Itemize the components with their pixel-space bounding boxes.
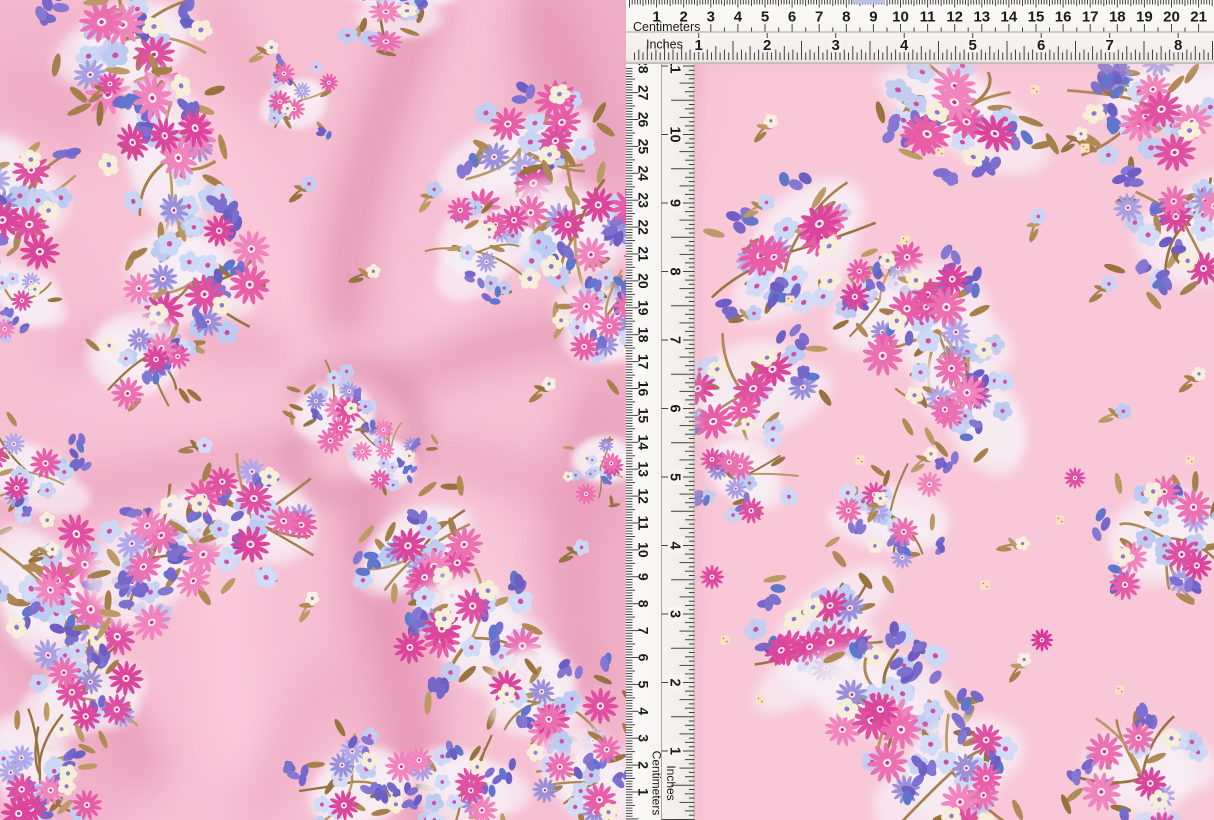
svg-text:19: 19 bbox=[636, 300, 652, 316]
svg-text:2: 2 bbox=[763, 37, 771, 54]
svg-text:Centimeters: Centimeters bbox=[649, 751, 663, 816]
svg-text:12: 12 bbox=[946, 9, 963, 26]
svg-text:26: 26 bbox=[636, 112, 652, 128]
svg-text:Inches: Inches bbox=[664, 765, 678, 800]
svg-text:2: 2 bbox=[636, 761, 652, 769]
svg-text:6: 6 bbox=[636, 654, 652, 662]
svg-text:4: 4 bbox=[900, 37, 909, 54]
svg-text:9: 9 bbox=[636, 573, 652, 581]
svg-text:3: 3 bbox=[636, 734, 652, 742]
svg-text:6: 6 bbox=[1037, 37, 1045, 54]
svg-text:23: 23 bbox=[636, 192, 652, 208]
svg-text:20: 20 bbox=[1163, 9, 1180, 26]
svg-text:14: 14 bbox=[1001, 9, 1018, 26]
svg-text:3: 3 bbox=[832, 37, 840, 54]
svg-text:15: 15 bbox=[636, 408, 652, 424]
svg-text:14: 14 bbox=[636, 435, 652, 451]
svg-text:15: 15 bbox=[1028, 9, 1045, 26]
svg-text:8: 8 bbox=[842, 9, 850, 26]
svg-text:3: 3 bbox=[666, 610, 682, 618]
svg-text:8: 8 bbox=[1174, 37, 1182, 54]
svg-text:1: 1 bbox=[666, 747, 682, 755]
svg-text:27: 27 bbox=[636, 85, 652, 101]
svg-text:13: 13 bbox=[973, 9, 990, 26]
svg-text:6: 6 bbox=[788, 9, 796, 26]
svg-text:7: 7 bbox=[815, 9, 823, 26]
svg-text:19: 19 bbox=[1136, 9, 1153, 26]
svg-text:21: 21 bbox=[1190, 9, 1207, 26]
svg-text:25: 25 bbox=[636, 139, 652, 155]
svg-text:5: 5 bbox=[761, 9, 769, 26]
svg-text:2: 2 bbox=[666, 678, 682, 686]
svg-text:5: 5 bbox=[636, 681, 652, 689]
svg-text:5: 5 bbox=[969, 37, 977, 54]
svg-text:1: 1 bbox=[636, 788, 652, 796]
svg-text:17: 17 bbox=[1082, 9, 1099, 26]
svg-text:16: 16 bbox=[636, 381, 652, 397]
svg-text:18: 18 bbox=[636, 327, 652, 343]
svg-text:7: 7 bbox=[1106, 37, 1114, 54]
svg-text:1: 1 bbox=[695, 37, 703, 54]
svg-text:13: 13 bbox=[636, 461, 652, 477]
svg-text:5: 5 bbox=[666, 473, 682, 481]
svg-text:4: 4 bbox=[636, 707, 652, 715]
svg-text:7: 7 bbox=[666, 336, 682, 344]
svg-text:12: 12 bbox=[636, 488, 652, 504]
svg-text:11: 11 bbox=[636, 516, 652, 531]
svg-text:9: 9 bbox=[666, 199, 682, 207]
svg-text:3: 3 bbox=[707, 9, 715, 26]
svg-text:10: 10 bbox=[636, 542, 652, 558]
svg-text:7: 7 bbox=[636, 627, 652, 635]
svg-text:Centimeters: Centimeters bbox=[633, 20, 700, 34]
svg-text:9: 9 bbox=[869, 9, 877, 26]
svg-text:21: 21 bbox=[636, 246, 652, 262]
svg-text:11: 11 bbox=[920, 9, 936, 26]
svg-text:17: 17 bbox=[636, 354, 652, 370]
svg-text:22: 22 bbox=[636, 219, 652, 235]
svg-text:16: 16 bbox=[1055, 9, 1072, 26]
svg-text:8: 8 bbox=[666, 267, 682, 275]
svg-text:20: 20 bbox=[636, 273, 652, 289]
svg-text:10: 10 bbox=[892, 9, 909, 26]
svg-text:6: 6 bbox=[666, 404, 682, 412]
svg-text:8: 8 bbox=[636, 600, 652, 608]
svg-text:18: 18 bbox=[1109, 9, 1126, 26]
svg-text:4: 4 bbox=[666, 541, 682, 549]
svg-text:4: 4 bbox=[734, 9, 743, 26]
svg-text:10: 10 bbox=[666, 126, 682, 142]
svg-text:24: 24 bbox=[636, 166, 652, 182]
